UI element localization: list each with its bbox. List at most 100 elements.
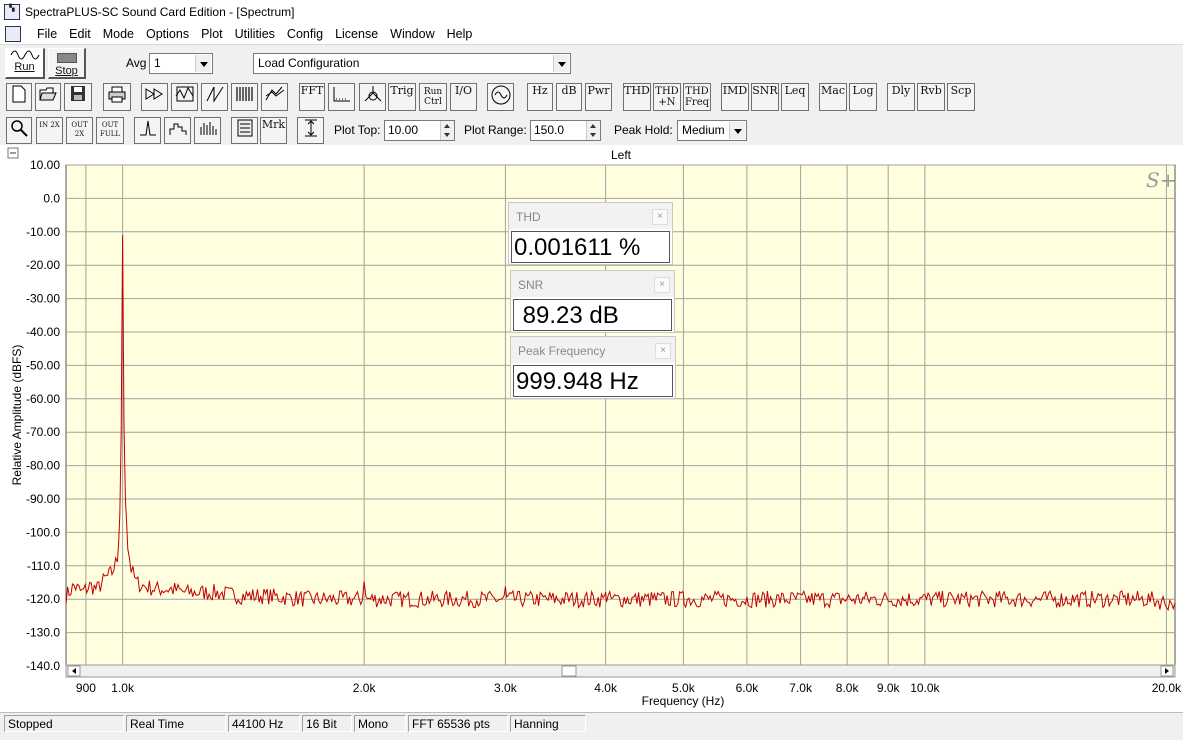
spin-down-icon[interactable]: [440, 130, 454, 140]
snr-meter-value: 89.23 dB: [513, 299, 672, 331]
spin-down-icon[interactable]: [586, 130, 600, 140]
x-tick-label: 1.0k: [111, 681, 135, 695]
close-icon[interactable]: ×: [652, 209, 668, 225]
menu-options[interactable]: Options: [140, 26, 195, 42]
trigger-button[interactable]: Trig: [388, 83, 416, 111]
open-folder-icon[interactable]: [35, 83, 61, 111]
macro-button[interactable]: Mac: [819, 83, 847, 111]
y-tick-label: -100.0: [26, 525, 60, 539]
menu-plot[interactable]: Plot: [195, 26, 229, 42]
status-fft-size: FFT 65536 pts: [408, 715, 508, 732]
phase-icon[interactable]: [359, 83, 386, 111]
new-file-icon[interactable]: [6, 83, 32, 111]
horizontal-scrollbar[interactable]: [65, 664, 1176, 678]
ramp-icon[interactable]: [201, 83, 228, 111]
leq-button[interactable]: Leq: [781, 83, 809, 111]
peak-frequency-meter[interactable]: Peak Frequency × 999.948 Hz: [510, 336, 676, 399]
plot-range-label: Plot Range:: [464, 123, 527, 137]
menu-config[interactable]: Config: [281, 26, 329, 42]
zoom-out-2x-button[interactable]: OUT 2X: [66, 117, 93, 144]
status-mode: Real Time: [126, 715, 226, 732]
run-button[interactable]: Run: [5, 48, 45, 79]
peak-line-icon[interactable]: [134, 117, 161, 144]
marker-button[interactable]: Mrk: [260, 117, 287, 144]
scroll-thumb[interactable]: [561, 665, 577, 677]
configuration-value: Load Configuration: [258, 56, 360, 70]
snr-button[interactable]: SNR: [751, 83, 779, 111]
fft-button[interactable]: FFT: [299, 83, 325, 111]
plot-top-input[interactable]: 10.00: [384, 120, 455, 141]
delay-button[interactable]: Dly: [887, 83, 915, 111]
y-tick-label: -40.00: [26, 325, 60, 339]
scope-button[interactable]: Scp: [947, 83, 975, 111]
reverb-button[interactable]: Rvb: [917, 83, 945, 111]
close-icon[interactable]: ×: [654, 277, 670, 293]
save-icon[interactable]: [64, 83, 92, 111]
plot-top-value: 10.00: [388, 123, 419, 137]
snr-meter-title: SNR: [518, 278, 544, 292]
thd-freq-button[interactable]: THD Freq: [683, 83, 711, 111]
menu-license[interactable]: License: [329, 26, 384, 42]
menu-mode[interactable]: Mode: [97, 26, 140, 42]
status-state: Stopped: [4, 715, 124, 732]
y-tick-label: 0.0: [43, 191, 60, 205]
thd-n-button[interactable]: THD +N: [653, 83, 681, 111]
chevron-down-icon[interactable]: [553, 55, 569, 72]
thd-meter[interactable]: THD × 0.001611 %: [508, 202, 673, 265]
channel-title: Left: [611, 148, 632, 162]
auto-scale-icon[interactable]: [297, 117, 324, 144]
thd-button[interactable]: THD: [623, 83, 651, 111]
document-icon[interactable]: [5, 26, 21, 42]
y-tick-label: -60.00: [26, 392, 60, 406]
menu-utilities[interactable]: Utilities: [229, 26, 281, 42]
y-tick-label: 10.00: [30, 158, 60, 172]
layout-icon[interactable]: [231, 117, 258, 144]
menu-edit[interactable]: Edit: [63, 26, 97, 42]
zoom-icon[interactable]: [6, 117, 32, 144]
status-bit-depth: 16 Bit: [302, 715, 352, 732]
avg-select[interactable]: 1: [149, 53, 213, 74]
bar-plot-icon[interactable]: [194, 117, 221, 144]
close-icon[interactable]: ×: [655, 343, 671, 359]
spectraplus-logo: S+: [1146, 168, 1176, 192]
menu-help[interactable]: Help: [441, 26, 479, 42]
chevron-down-icon[interactable]: [195, 55, 211, 72]
power-button[interactable]: Pwr: [585, 83, 612, 111]
hz-button[interactable]: Hz: [527, 83, 553, 111]
peak-hold-select[interactable]: Medium: [677, 120, 747, 141]
step-plot-icon[interactable]: [164, 117, 191, 144]
toolbar-run: Run Stop Avg 1 Load Configuration: [0, 46, 1183, 80]
plot-range-input[interactable]: 150.0: [530, 120, 601, 141]
menu-file[interactable]: File: [31, 26, 63, 42]
edit-signal-icon[interactable]: [171, 83, 198, 111]
window-title: SpectraPLUS-SC Sound Card Edition - [Spe…: [25, 5, 295, 19]
3d-plot-icon[interactable]: [261, 83, 288, 111]
x-tick-label: 8.0k: [836, 681, 860, 695]
y-axis-ticks: 10.00 0.0 -10.00 -20.00 -30.00 -40.00 -50.00 -6…: [26, 158, 60, 673]
spectrogram-icon[interactable]: [231, 83, 258, 111]
fast-forward-icon[interactable]: [141, 83, 168, 111]
configuration-select[interactable]: Load Configuration: [253, 53, 571, 74]
status-bar: Stopped Real Time 44100 Hz 16 Bit Mono F…: [0, 712, 1183, 740]
stop-button[interactable]: Stop: [48, 48, 86, 79]
thd-meter-title: THD: [516, 210, 541, 224]
oscillator-icon[interactable]: [487, 83, 514, 111]
chevron-down-icon[interactable]: [729, 122, 745, 139]
imd-button[interactable]: IMD: [721, 83, 749, 111]
y-tick-label: -120.0: [26, 592, 60, 606]
menu-window[interactable]: Window: [384, 26, 440, 42]
peak-hold-label: Peak Hold:: [614, 123, 673, 137]
db-button[interactable]: dB: [556, 83, 582, 111]
status-channels: Mono: [354, 715, 406, 732]
plot-top-label: Plot Top:: [334, 123, 381, 137]
zoom-in-2x-button[interactable]: IN 2X: [36, 117, 63, 144]
snr-meter[interactable]: SNR × 89.23 dB: [510, 270, 675, 333]
print-icon[interactable]: [103, 83, 131, 111]
log-button[interactable]: Log: [849, 83, 877, 111]
zoom-out-full-button[interactable]: OUT FULL: [96, 117, 124, 144]
io-button[interactable]: I/O: [450, 83, 477, 111]
sine-wave-icon: [10, 50, 39, 60]
x-axis-label: Frequency (Hz): [642, 694, 725, 708]
run-control-button[interactable]: Run Ctrl: [419, 83, 447, 111]
time-series-icon[interactable]: [328, 83, 355, 111]
